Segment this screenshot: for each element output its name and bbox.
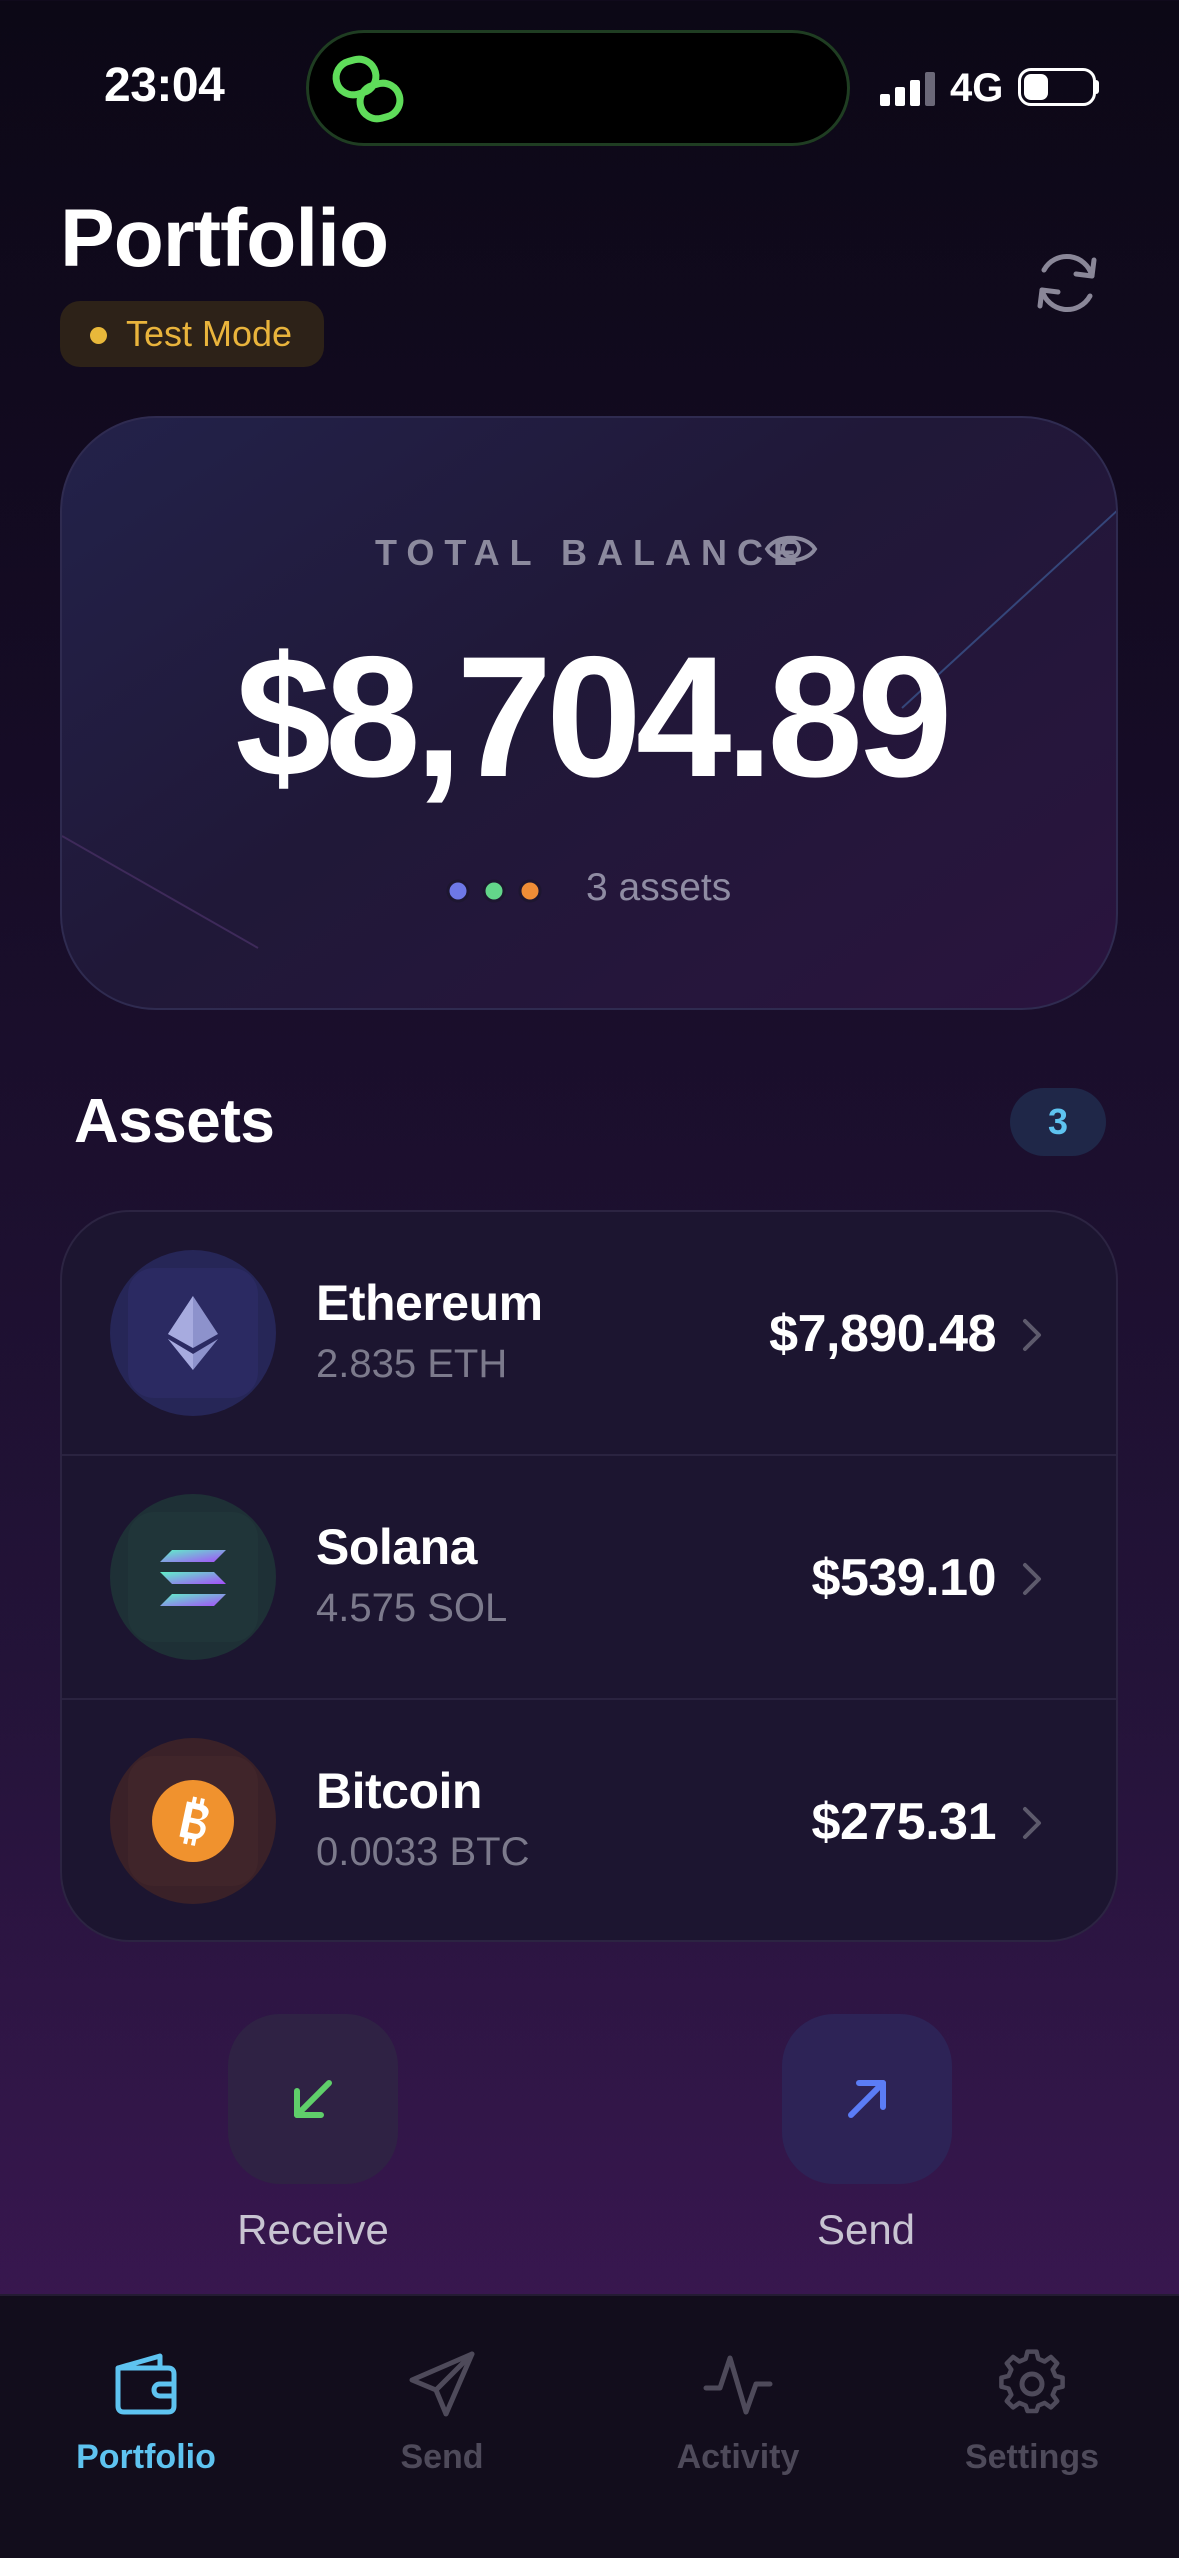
status-dot xyxy=(90,327,107,344)
wallet-icon xyxy=(115,2353,177,2415)
tab-label: Portfolio xyxy=(76,2438,216,2476)
send-button[interactable] xyxy=(782,2014,952,2184)
total-balance-amount: $8,704.89 xyxy=(235,621,952,813)
send-label: Send xyxy=(816,2206,916,2253)
arrow-down-left-icon xyxy=(294,2080,332,2118)
battery-level xyxy=(1024,74,1048,100)
receive-label: Receive xyxy=(237,2206,389,2253)
activity-icon xyxy=(703,2355,773,2415)
tab-portfolio[interactable]: Portfolio xyxy=(26,2296,266,2496)
assets-heading: Assets xyxy=(74,1087,275,1156)
eye-icon[interactable] xyxy=(764,522,818,576)
gear-icon xyxy=(999,2349,1065,2414)
tab-send[interactable]: Send xyxy=(322,2296,562,2496)
asset-quantity: 2.835 ETH xyxy=(316,1342,508,1386)
chevron-right-icon xyxy=(1023,1807,1041,1839)
solana-coin xyxy=(110,1494,276,1660)
asset-quantity: 0.0033 BTC xyxy=(316,1830,530,1874)
tab-activity[interactable]: Activity xyxy=(618,2296,858,2496)
tab-settings[interactable]: Settings xyxy=(912,2296,1152,2496)
chevron-right-icon xyxy=(1023,1563,1041,1595)
tab-label: Send xyxy=(400,2438,484,2476)
asset-value: $7,890.48 xyxy=(769,1305,996,1363)
asset-quantity: 4.575 SOL xyxy=(316,1586,508,1630)
paper-plane-icon xyxy=(409,2351,475,2417)
asset-row-ethereum[interactable]: Ethereum 2.835 ETH $7,890.48 xyxy=(62,1212,1116,1454)
cellular-signal-icon xyxy=(880,72,935,106)
asset-name: Bitcoin xyxy=(316,1763,482,1819)
tab-label: Settings xyxy=(964,2438,1100,2476)
asset-color-dots xyxy=(446,879,542,903)
refresh-icon[interactable] xyxy=(1024,240,1110,326)
balance-card: TOTAL BALANCE $8,704.89 3 assets xyxy=(60,416,1118,1010)
ethereum-icon xyxy=(168,1296,218,1370)
solana-icon xyxy=(160,1550,226,1606)
assets-count-badge: 3 xyxy=(1010,1088,1106,1156)
asset-value: $275.31 xyxy=(811,1793,997,1851)
total-balance-label: TOTAL BALANCE xyxy=(375,532,807,573)
tab-bar: Portfolio Send Activity Settings xyxy=(0,2294,1179,2558)
test-mode-label: Test Mode xyxy=(126,313,293,354)
bitcoin-coin xyxy=(110,1738,276,1904)
bitcoin-icon xyxy=(152,1780,234,1862)
asset-name: Solana xyxy=(316,1519,477,1575)
battery-tip xyxy=(1094,80,1099,94)
status-time: 23:04 xyxy=(104,59,225,112)
tab-label: Activity xyxy=(676,2438,800,2476)
asset-value: $539.10 xyxy=(811,1549,997,1607)
assets-list: Ethereum 2.835 ETH $7,890.48 Solana 4.57… xyxy=(60,1210,1118,1942)
asset-name: Ethereum xyxy=(316,1275,543,1331)
arrow-up-right-icon xyxy=(848,2080,886,2118)
network-type: 4G xyxy=(950,66,1004,110)
receive-button[interactable] xyxy=(228,2014,398,2184)
assets-count-label: 3 assets xyxy=(586,866,732,909)
page-title: Portfolio xyxy=(60,193,389,284)
ethereum-coin xyxy=(110,1250,276,1416)
asset-row-solana[interactable]: Solana 4.575 SOL $539.10 xyxy=(62,1456,1116,1698)
asset-row-bitcoin[interactable]: Bitcoin 0.0033 BTC $275.31 xyxy=(62,1700,1116,1940)
chain-link-icon xyxy=(332,55,404,123)
chevron-right-icon xyxy=(1023,1319,1041,1351)
